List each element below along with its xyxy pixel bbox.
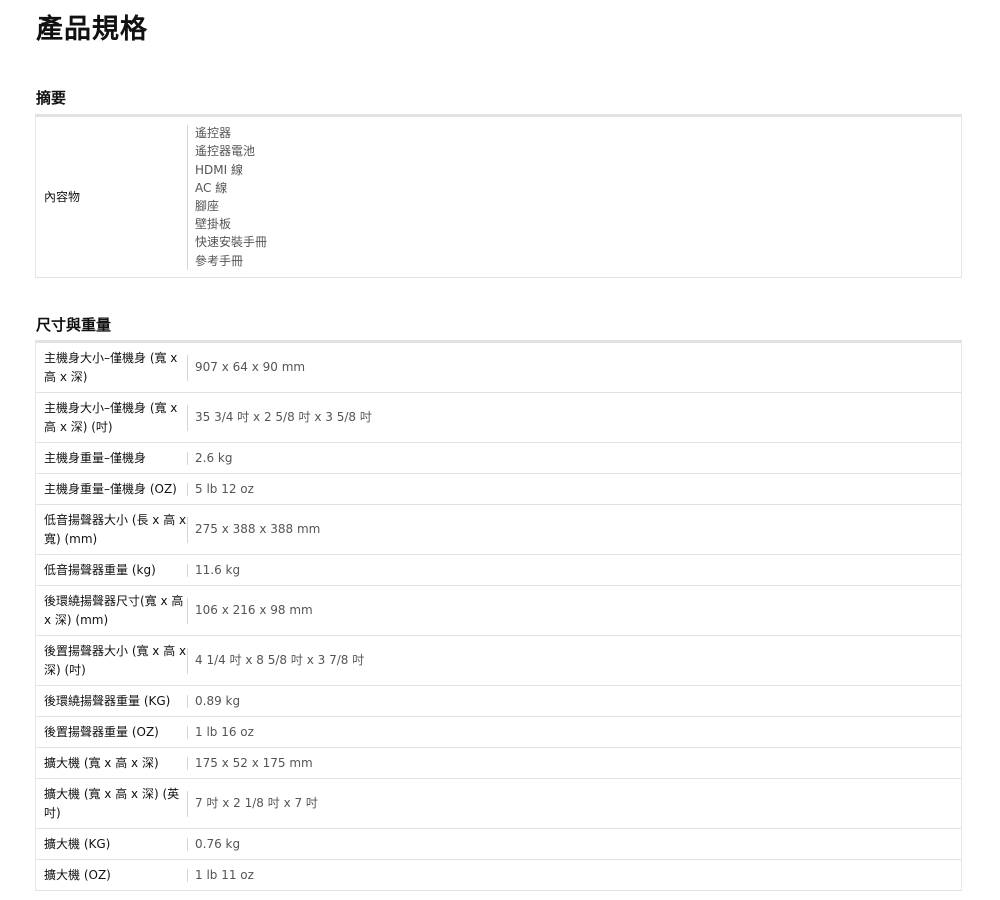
dimensions-heading: 尺寸與重量 bbox=[36, 316, 112, 334]
spec-label: 擴大機 (寬 x 高 x 深) (英吋) bbox=[44, 786, 180, 820]
column-separator bbox=[187, 869, 188, 882]
spec-row: 後置揚聲器大小 (寬 x 高 x 深) (吋) 4 1/4 吋 x 8 5/8 … bbox=[36, 636, 961, 686]
spec-value: 106 x 216 x 98 mm bbox=[187, 586, 961, 635]
column-separator bbox=[187, 452, 188, 465]
spec-row: 主機身大小–僅機身 (寬 x 高 x 深) 907 x 64 x 90 mm bbox=[36, 343, 961, 393]
spec-value-text: 11.6 kg bbox=[195, 562, 241, 577]
spec-label: 主機身大小–僅機身 (寬 x 高 x 深) bbox=[44, 350, 178, 384]
column-separator bbox=[187, 564, 188, 577]
column-separator bbox=[187, 517, 188, 543]
page-title: 產品規格 bbox=[36, 14, 148, 45]
spec-row: 擴大機 (KG) 0.76 kg bbox=[36, 829, 961, 860]
spec-row: 低音揚聲器大小 (長 x 高 x 寬) (mm) 275 x 388 x 388… bbox=[36, 505, 961, 555]
spec-row: 擴大機 (寬 x 高 x 深) 175 x 52 x 175 mm bbox=[36, 748, 961, 779]
spec-label: 主機身重量–僅機身 bbox=[44, 450, 147, 465]
spec-value-text: 4 1/4 吋 x 8 5/8 吋 x 3 7/8 吋 bbox=[195, 653, 365, 667]
spec-value: 1 lb 16 oz bbox=[187, 717, 961, 747]
contents-item: 遙控器 bbox=[195, 126, 232, 141]
spec-value: 907 x 64 x 90 mm bbox=[187, 343, 961, 392]
spec-value-text: 0.89 kg bbox=[195, 693, 241, 708]
column-separator bbox=[187, 405, 188, 431]
spec-row: 主機身大小–僅機身 (寬 x 高 x 深) (吋) 35 3/4 吋 x 2 5… bbox=[36, 393, 961, 443]
spec-row: 低音揚聲器重量 (kg) 11.6 kg bbox=[36, 555, 961, 586]
contents-list: 遙控器 遙控器電池 HDMI 線 AC 線 腳座 壁掛板 快速安裝手冊 參考手冊 bbox=[192, 124, 267, 270]
spec-value: 2.6 kg bbox=[187, 443, 961, 473]
spec-label: 主機身大小–僅機身 (寬 x 高 x 深) (吋) bbox=[44, 400, 178, 434]
summary-heading: 摘要 bbox=[36, 89, 67, 107]
spec-row: 主機身重量–僅機身 2.6 kg bbox=[36, 443, 961, 474]
contents-label: 內容物 bbox=[44, 189, 81, 204]
spec-value-text: 106 x 216 x 98 mm bbox=[195, 603, 313, 617]
spec-value-text: 7 吋 x 2 1/8 吋 x 7 吋 bbox=[195, 796, 318, 810]
spec-label: 低音揚聲器大小 (長 x 高 x 寬) (mm) bbox=[44, 512, 187, 546]
summary-table: 內容物 遙控器 遙控器電池 HDMI 線 AC 線 腳座 壁掛板 快速安裝手冊 … bbox=[35, 114, 962, 278]
spec-value: 11.6 kg bbox=[187, 555, 961, 585]
contents-item: AC 線 bbox=[195, 180, 228, 195]
column-separator bbox=[187, 483, 188, 496]
contents-item: HDMI 線 bbox=[195, 162, 243, 177]
spec-value: 5 lb 12 oz bbox=[187, 474, 961, 504]
column-separator bbox=[187, 726, 188, 739]
spec-row: 後環繞揚聲器重量 (KG) 0.89 kg bbox=[36, 686, 961, 717]
spec-label: 擴大機 (寬 x 高 x 深) bbox=[44, 755, 159, 770]
spec-value: 0.89 kg bbox=[187, 686, 961, 716]
spec-value-text: 0.76 kg bbox=[195, 836, 241, 851]
column-separator bbox=[187, 757, 188, 770]
spec-row: 擴大機 (寬 x 高 x 深) (英吋) 7 吋 x 2 1/8 吋 x 7 吋 bbox=[36, 779, 961, 829]
spec-value: 1 lb 11 oz bbox=[187, 860, 961, 890]
contents-item: 遙控器電池 bbox=[195, 144, 256, 159]
contents-value: 遙控器 遙控器電池 HDMI 線 AC 線 腳座 壁掛板 快速安裝手冊 參考手冊 bbox=[187, 117, 961, 277]
column-separator bbox=[187, 355, 188, 381]
spec-value-text: 275 x 388 x 388 mm bbox=[195, 522, 321, 536]
spec-label: 後環繞揚聲器重量 (KG) bbox=[44, 693, 171, 708]
spec-value-text: 5 lb 12 oz bbox=[195, 481, 254, 496]
contents-item: 壁掛板 bbox=[195, 217, 232, 232]
spec-label: 後置揚聲器重量 (OZ) bbox=[44, 724, 159, 739]
contents-item: 腳座 bbox=[195, 199, 220, 213]
spec-value: 7 吋 x 2 1/8 吋 x 7 吋 bbox=[187, 779, 961, 828]
contents-row: 內容物 遙控器 遙控器電池 HDMI 線 AC 線 腳座 壁掛板 快速安裝手冊 … bbox=[36, 117, 961, 278]
dimensions-table: 主機身大小–僅機身 (寬 x 高 x 深) 907 x 64 x 90 mm 主… bbox=[35, 340, 962, 891]
spec-value: 0.76 kg bbox=[187, 829, 961, 859]
spec-value-text: 907 x 64 x 90 mm bbox=[195, 360, 306, 374]
spec-value: 35 3/4 吋 x 2 5/8 吋 x 3 5/8 吋 bbox=[187, 393, 961, 442]
spec-value-text: 1 lb 11 oz bbox=[195, 867, 254, 882]
spec-value: 175 x 52 x 175 mm bbox=[187, 748, 961, 778]
column-separator bbox=[187, 838, 188, 851]
spec-label: 主機身重量–僅機身 (OZ) bbox=[44, 481, 177, 496]
spec-row: 後環繞揚聲器尺寸(寬 x 高 x 深) (mm) 106 x 216 x 98 … bbox=[36, 586, 961, 636]
spec-value-text: 35 3/4 吋 x 2 5/8 吋 x 3 5/8 吋 bbox=[195, 410, 372, 424]
spec-value: 275 x 388 x 388 mm bbox=[187, 505, 961, 554]
spec-value-text: 175 x 52 x 175 mm bbox=[195, 755, 313, 770]
column-separator bbox=[187, 598, 188, 624]
spec-value-text: 1 lb 16 oz bbox=[195, 724, 254, 739]
spec-row: 主機身重量–僅機身 (OZ) 5 lb 12 oz bbox=[36, 474, 961, 505]
spec-label: 擴大機 (KG) bbox=[44, 836, 111, 851]
spec-row: 後置揚聲器重量 (OZ) 1 lb 16 oz bbox=[36, 717, 961, 748]
contents-item: 快速安裝手冊 bbox=[195, 235, 268, 250]
column-separator bbox=[187, 791, 188, 817]
spec-label: 後環繞揚聲器尺寸(寬 x 高 x 深) (mm) bbox=[44, 593, 184, 627]
column-separator bbox=[187, 648, 188, 674]
spec-value-text: 2.6 kg bbox=[195, 450, 233, 465]
spec-value: 4 1/4 吋 x 8 5/8 吋 x 3 7/8 吋 bbox=[187, 636, 961, 685]
column-separator bbox=[187, 125, 188, 270]
spec-row: 擴大機 (OZ) 1 lb 11 oz bbox=[36, 860, 961, 891]
spec-label: 擴大機 (OZ) bbox=[44, 867, 111, 882]
column-separator bbox=[187, 695, 188, 708]
spec-label: 後置揚聲器大小 (寬 x 高 x 深) (吋) bbox=[44, 643, 187, 677]
spec-label: 低音揚聲器重量 (kg) bbox=[44, 562, 156, 577]
contents-item: 參考手冊 bbox=[195, 253, 244, 268]
